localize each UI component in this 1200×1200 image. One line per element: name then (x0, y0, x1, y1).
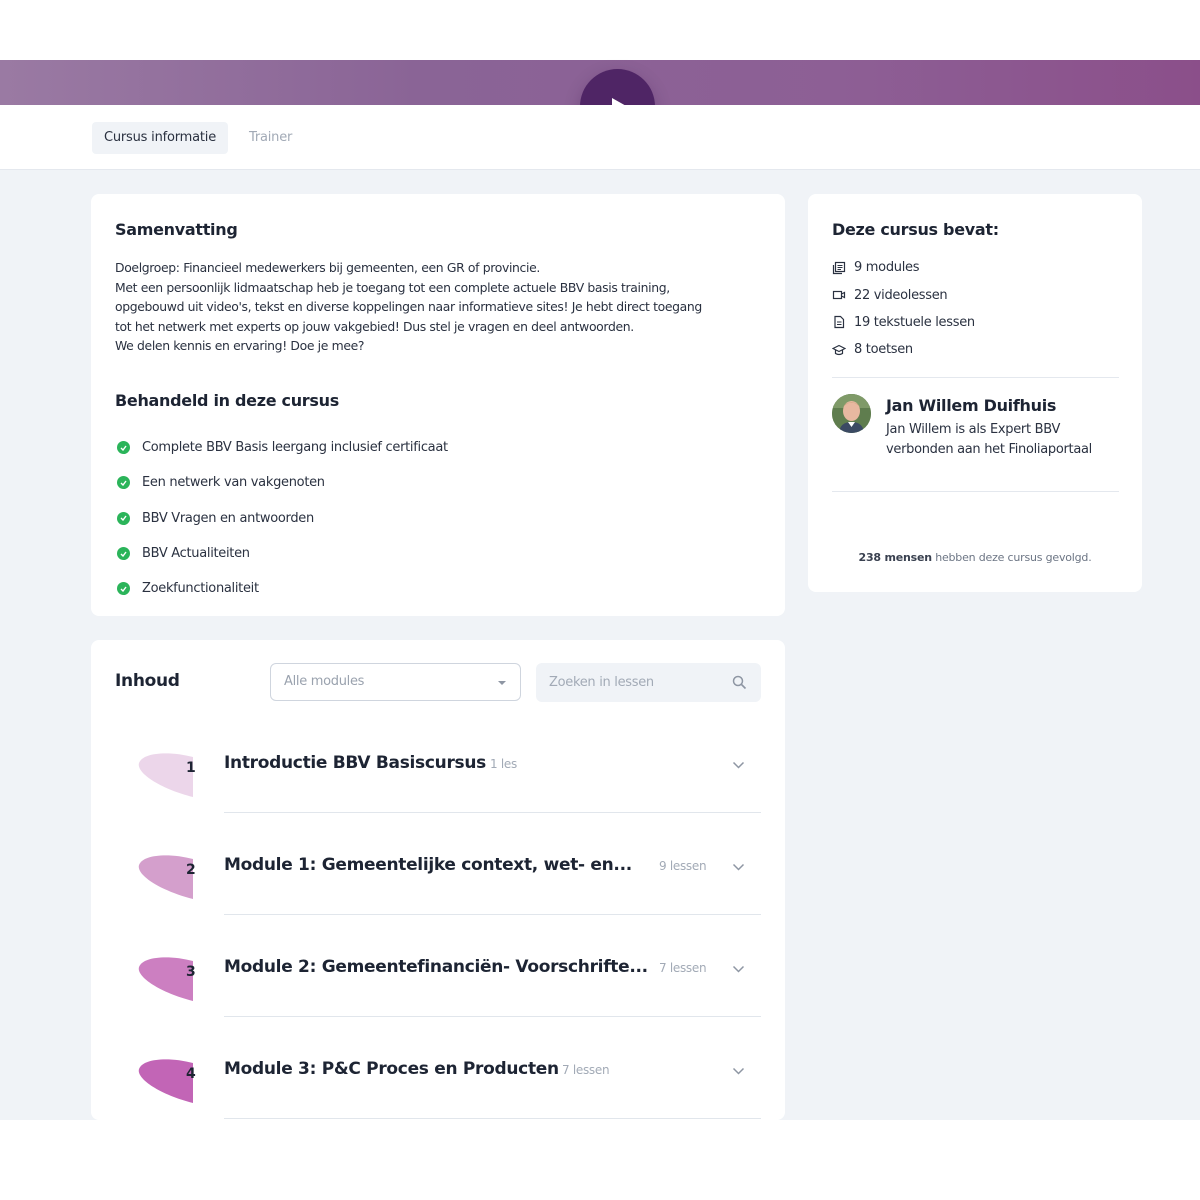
caret-down-icon (498, 681, 506, 685)
trainer-name: Jan Willem Duifhuis (886, 396, 1057, 415)
contents-label: 9 modules (854, 260, 920, 276)
topic-item: Complete BBV Basis leergang inclusief ce… (117, 430, 448, 465)
contents-label: 19 tekstuele lessen (854, 314, 975, 330)
summary-line: We delen kennis en ervaring! Doe je mee? (115, 338, 365, 354)
module-lesson-count: 7 lessen (562, 1063, 610, 1077)
topic-label: Complete BBV Basis leergang inclusief ce… (142, 440, 448, 456)
topic-label: BBV Vragen en antwoorden (142, 510, 314, 526)
module-title[interactable]: Module 3: P&C Proces en Producten (224, 1059, 559, 1079)
modules-icon (832, 261, 846, 274)
lesson-search-input[interactable] (536, 663, 726, 702)
module-lesson-count: 9 lessen (659, 859, 707, 873)
check-icon (117, 582, 130, 596)
module-divider (224, 1118, 761, 1119)
summary-line: Met een persoonlijk lidmaatschap heb je … (115, 279, 670, 295)
summary-line: Doelgroep: Financieel medewerkers bij ge… (115, 260, 540, 275)
topic-item: BBV Vragen en antwoorden (117, 501, 448, 536)
topics-list: Complete BBV Basis leergang inclusief ce… (117, 430, 448, 606)
module-number: 2 (186, 862, 196, 878)
contents-item: 9 modules (832, 254, 975, 281)
tab-trainer[interactable]: Trainer (237, 122, 304, 154)
contents-item: 22 videolessen (832, 281, 975, 308)
module-row[interactable]: 2 Module 1: Gemeentelijke context, wet- … (131, 827, 761, 929)
summary-title: Samenvatting (115, 220, 238, 239)
summary-line: tot het netwerk met experts op jouw vakg… (115, 318, 634, 334)
inhoud-title: Inhoud (115, 671, 180, 691)
module-filter-select[interactable]: Alle modules (270, 663, 521, 701)
chevron-down-icon[interactable] (732, 1067, 745, 1075)
chevron-down-icon[interactable] (732, 863, 745, 871)
graduation-cap-icon (832, 344, 846, 355)
topic-label: BBV Actualiteiten (142, 546, 250, 562)
module-filter-value: Alle modules (284, 674, 365, 689)
summary-card: Samenvatting Doelgroep: Financieel medew… (91, 194, 785, 616)
module-title[interactable]: Module 1: Gemeentelijke context, wet- en… (224, 855, 632, 875)
avatar (832, 394, 871, 433)
lesson-search (536, 663, 761, 702)
chevron-down-icon[interactable] (732, 965, 745, 973)
contents-item: 8 toetsen (832, 336, 975, 363)
module-badge-shape (138, 1059, 193, 1103)
summary-text: Doelgroep: Financieel medewerkers bij ge… (115, 258, 765, 356)
module-divider (224, 914, 761, 915)
topic-label: Zoekfunctionaliteit (142, 581, 259, 597)
contents-item: 19 tekstuele lessen (832, 309, 975, 336)
course-contents-title: Deze cursus bevat: (832, 220, 999, 239)
module-number: 4 (186, 1066, 196, 1082)
topic-label: Een netwerk van vakgenoten (142, 475, 325, 491)
contents-label: 22 videolessen (854, 287, 948, 303)
module-number: 1 (186, 760, 196, 776)
chevron-down-icon[interactable] (732, 761, 745, 769)
topic-item: BBV Actualiteiten (117, 536, 448, 571)
check-icon (117, 547, 130, 561)
course-contents-card: Deze cursus bevat: 9 modules 22 videoles… (808, 194, 1142, 592)
module-title[interactable]: Introductie BBV Basiscursus (224, 753, 486, 773)
topic-item: Een netwerk van vakgenoten (117, 465, 448, 500)
followers-label: hebben deze cursus gevolgd. (935, 551, 1092, 564)
check-icon (117, 441, 130, 455)
followers-count: 238 mensen (858, 551, 933, 564)
module-lesson-count: 1 les (490, 757, 517, 771)
trainer-description: Jan Willem is als Expert BBV verbonden a… (886, 422, 1092, 457)
module-number: 3 (186, 964, 196, 980)
check-icon (117, 511, 130, 525)
module-row[interactable]: 1 Introductie BBV Basiscursus 1 les (131, 725, 761, 827)
divider (832, 491, 1119, 492)
divider (832, 377, 1119, 378)
module-divider (224, 1016, 761, 1017)
tab-cursus-informatie[interactable]: Cursus informatie (92, 122, 229, 154)
tab-bar: Cursus informatie Trainer (0, 105, 1200, 170)
module-badge-shape (138, 855, 193, 899)
module-row[interactable]: 4 Module 3: P&C Proces en Producten 7 le… (131, 1031, 761, 1133)
module-title[interactable]: Module 2: Gemeentefinanciën- Voorschrift… (224, 957, 648, 977)
search-icon[interactable] (732, 675, 747, 690)
module-divider (224, 812, 761, 813)
video-icon (832, 290, 846, 300)
contents-label: 8 toetsen (854, 342, 913, 358)
module-badge-shape (138, 957, 193, 1001)
module-row[interactable]: 3 Module 2: Gemeentefinanciën- Voorschri… (131, 929, 761, 1031)
document-icon (834, 316, 845, 329)
topics-title: Behandeld in deze cursus (115, 391, 339, 410)
topic-item: Zoekfunctionaliteit (117, 571, 448, 606)
summary-line: opgebouwd uit video's, tekst en diverse … (115, 299, 702, 315)
module-badge-shape (138, 753, 193, 797)
module-lesson-count: 7 lessen (659, 961, 707, 975)
course-contents-list: 9 modules 22 videolessen 19 tekstuele le… (832, 254, 975, 364)
course-content-card: Inhoud Alle modules 1 Introductie BBV Ba… (91, 640, 785, 1120)
check-icon (117, 476, 130, 490)
followers-text: 238 mensen hebben deze cursus gevolgd. (808, 551, 1142, 564)
